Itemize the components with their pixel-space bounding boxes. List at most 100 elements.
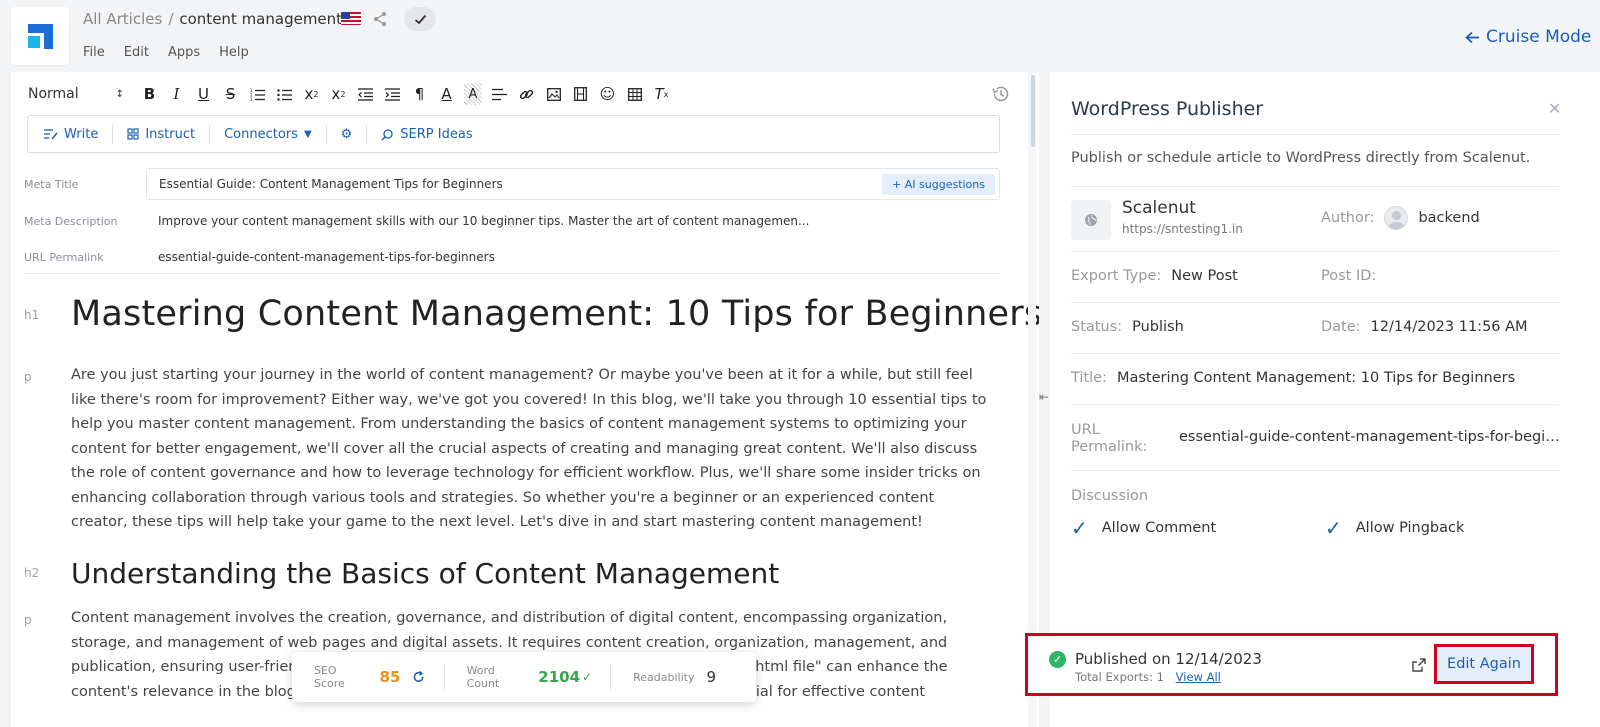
post-id-label: Post ID:: [1321, 268, 1377, 284]
external-link-icon[interactable]: [1411, 657, 1427, 673]
cruise-mode-link[interactable]: Cruise Mode: [1465, 27, 1591, 47]
image-icon[interactable]: [540, 83, 567, 105]
caret-down-icon: ▼: [303, 128, 312, 140]
us-flag-icon[interactable]: [341, 12, 361, 25]
readability-value: 9: [706, 668, 716, 686]
check-status-button[interactable]: [404, 7, 436, 31]
meta-title-input[interactable]: Essential Guide: Content Management Tips…: [146, 168, 1000, 200]
panel-resize-handle[interactable]: ⇤: [1039, 390, 1049, 404]
superscript-icon[interactable]: x2: [325, 83, 352, 105]
subscript-icon[interactable]: x2: [298, 83, 325, 105]
history-icon[interactable]: [991, 84, 1011, 104]
ai-suggestions-button[interactable]: + AI suggestions: [882, 173, 995, 195]
connectors-dropdown[interactable]: Connectors ▼: [210, 124, 327, 144]
total-exports: Total Exports: 1 View All: [1075, 670, 1221, 684]
write-icon: [44, 129, 58, 140]
editor-scrollbar-thumb[interactable]: [1031, 75, 1035, 147]
font-color-icon[interactable]: A: [433, 83, 460, 105]
url-permalink-input[interactable]: essential-guide-content-management-tips-…: [146, 241, 1000, 273]
background-color-icon[interactable]: A: [464, 83, 482, 105]
divider: [1071, 302, 1559, 303]
align-icon[interactable]: [486, 83, 513, 105]
url-permalink-row: URL Permalink essential-guide-content-ma…: [24, 239, 1000, 275]
app-logo[interactable]: [11, 7, 69, 65]
write-button[interactable]: Write: [44, 124, 114, 144]
menu-file[interactable]: File: [83, 45, 105, 60]
meta-divider: [24, 273, 1000, 274]
article-paragraph[interactable]: Are you just starting your journey in th…: [71, 363, 991, 535]
article-h2[interactable]: Understanding the Basics of Content Mana…: [71, 557, 779, 590]
date-value: 12/14/2023 11:56 AM: [1370, 319, 1528, 335]
settings-button[interactable]: ⚙: [327, 124, 368, 144]
menu-edit[interactable]: Edit: [124, 45, 149, 60]
text-format-value: Normal: [28, 86, 79, 102]
ordered-list-icon[interactable]: 123: [244, 83, 271, 105]
divider: [1071, 134, 1559, 135]
link-icon[interactable]: [513, 83, 540, 105]
title-label: Title:: [1071, 370, 1107, 386]
video-icon[interactable]: [567, 83, 594, 105]
status-value: Publish: [1132, 319, 1184, 335]
menu-help[interactable]: Help: [219, 45, 249, 60]
view-all-link[interactable]: View All: [1176, 670, 1221, 684]
grid-icon: [127, 128, 139, 140]
allow-comment-checkbox[interactable]: ✓ Allow Comment: [1071, 516, 1216, 540]
word-count[interactable]: Word Count 2104 ✓: [467, 664, 612, 690]
block-tag-h1: h1: [24, 308, 40, 322]
italic-button[interactable]: I: [163, 83, 190, 105]
close-icon[interactable]: ✕: [1548, 99, 1561, 118]
share-icon[interactable]: [372, 11, 388, 27]
breadcrumb-current[interactable]: content management: [179, 10, 342, 28]
export-type-field: Export Type: New Post: [1071, 268, 1238, 284]
indent-icon[interactable]: [379, 83, 406, 105]
bold-button[interactable]: B: [136, 83, 163, 105]
text-format-select[interactable]: Normal ↕: [28, 86, 124, 102]
editor-scrollbar[interactable]: [1028, 72, 1036, 727]
panel-subtitle: Publish or schedule article to WordPress…: [1071, 150, 1531, 166]
table-icon[interactable]: [621, 83, 648, 105]
serp-ideas-button[interactable]: SERP Ideas: [367, 124, 486, 144]
strikethrough-button[interactable]: S: [217, 83, 244, 105]
underline-button[interactable]: U: [190, 83, 217, 105]
refresh-icon[interactable]: [412, 670, 425, 684]
instruct-button[interactable]: Instruct: [113, 124, 211, 144]
clear-format-icon[interactable]: Tx: [648, 83, 675, 105]
edit-again-button[interactable]: Edit Again: [1434, 644, 1534, 684]
menu-apps[interactable]: Apps: [168, 45, 200, 60]
published-on-text: Published on 12/14/2023: [1075, 650, 1262, 668]
title-field: Title: Mastering Content Management: 10 …: [1071, 370, 1515, 386]
discussion-label: Discussion: [1071, 488, 1149, 504]
divider: [1071, 251, 1559, 252]
write-label: Write: [64, 126, 99, 142]
post-id-field: Post ID:: [1321, 268, 1386, 284]
gear-icon: ⚙: [340, 126, 353, 142]
author-value: backend: [1418, 210, 1480, 226]
allow-pingback-checkbox[interactable]: ✓ Allow Pingback: [1325, 516, 1464, 540]
editor-panel: Normal ↕ B I U S 123 x2 x2 ¶ A A ☺ T x W…: [11, 72, 1039, 727]
author-label: Author:: [1321, 210, 1375, 226]
readability-label: Readability: [633, 670, 695, 684]
article-h1[interactable]: Mastering Content Management: 10 Tips fo…: [71, 294, 1039, 334]
allow-comment-label: Allow Comment: [1101, 520, 1217, 536]
readability[interactable]: Readability 9: [633, 664, 734, 690]
arrow-left-icon: [1465, 31, 1479, 43]
emoji-icon[interactable]: ☺: [594, 83, 621, 105]
text-direction-icon[interactable]: ¶: [406, 83, 433, 105]
divider: [1071, 353, 1559, 354]
bullet-list-icon[interactable]: [271, 83, 298, 105]
seo-score-value: 85: [379, 668, 401, 686]
meta-description-input[interactable]: Improve your content management skills w…: [146, 205, 1000, 237]
status-field: Status: Publish: [1071, 319, 1184, 335]
serp-ideas-label: SERP Ideas: [400, 126, 473, 142]
avatar: [1384, 206, 1409, 230]
author-field: Author: backend: [1321, 206, 1480, 230]
seo-score[interactable]: SEO Score 85: [314, 664, 445, 690]
globe-icon: [1071, 200, 1111, 240]
total-exports-text: Total Exports: 1: [1075, 670, 1164, 684]
seo-score-label: SEO Score: [314, 664, 345, 690]
url-permalink-value: essential-guide-content-management-tips-…: [1179, 429, 1561, 445]
select-arrows-icon: ↕: [115, 88, 124, 100]
date-field: Date: 12/14/2023 11:56 AM: [1321, 319, 1528, 335]
outdent-icon[interactable]: [352, 83, 379, 105]
breadcrumb-root[interactable]: All Articles: [83, 10, 162, 28]
